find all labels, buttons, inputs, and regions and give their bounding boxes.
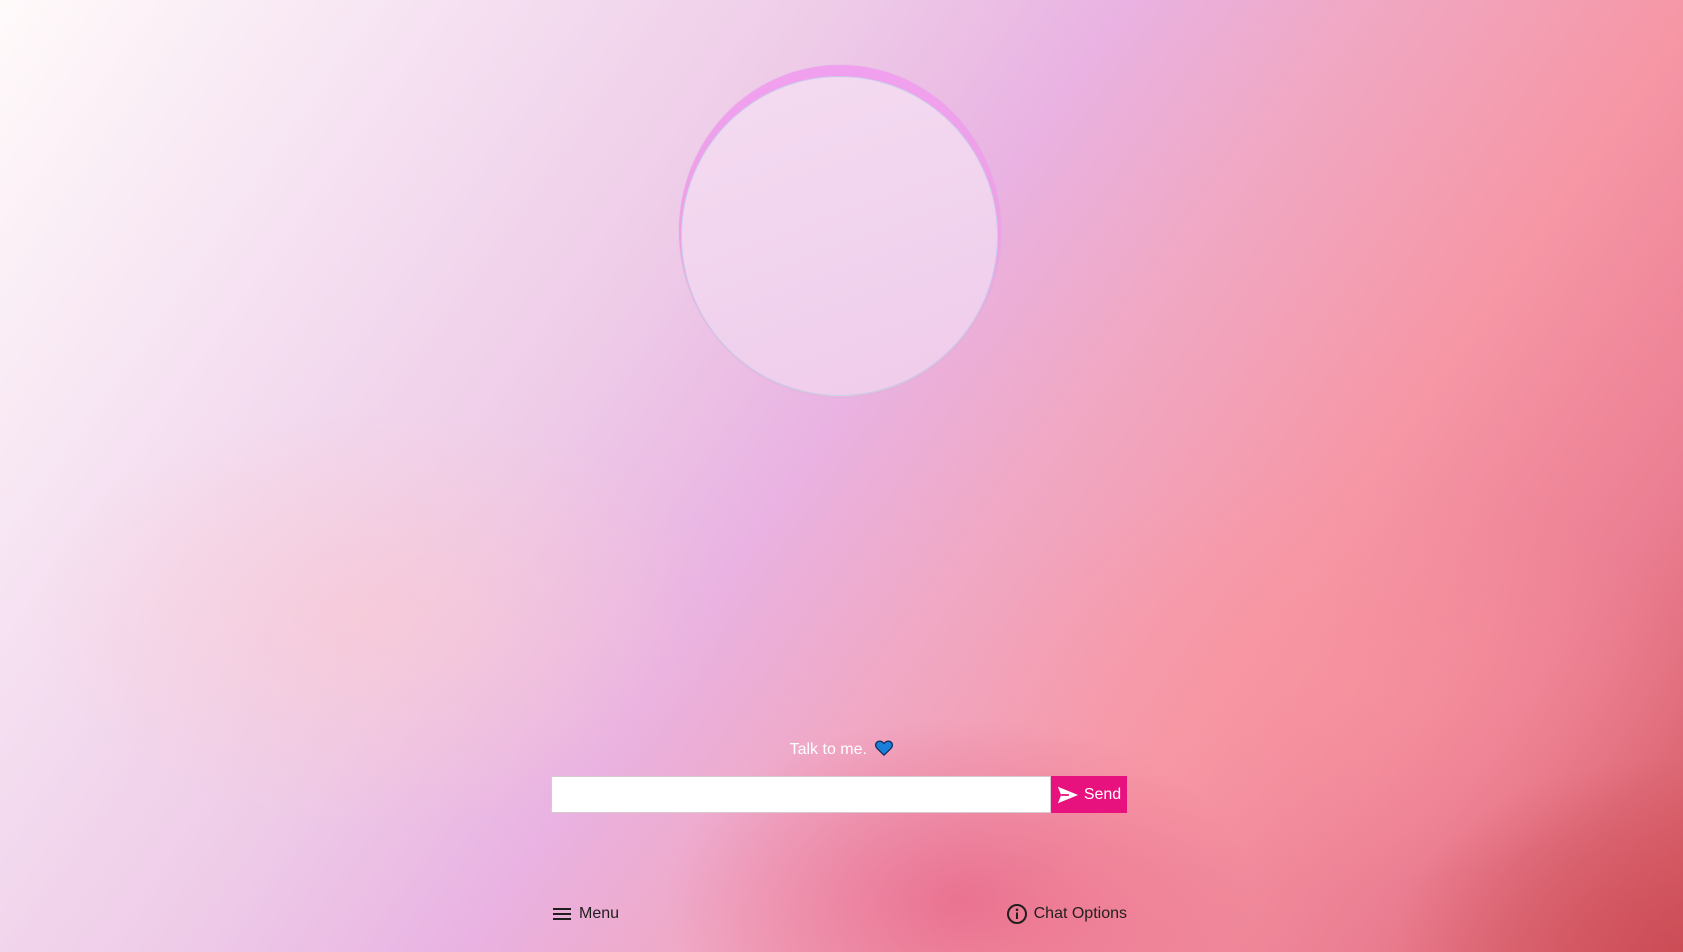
chat-screen: Talk to me. Send Menu Chat Options	[0, 0, 1683, 952]
hamburger-icon	[553, 908, 571, 920]
message-composer: Send	[551, 776, 1127, 813]
prompt-line: Talk to me.	[0, 738, 1683, 762]
message-input[interactable]	[551, 776, 1051, 813]
info-icon	[1006, 904, 1027, 924]
footer-bar: Menu Chat Options	[551, 900, 1127, 928]
paper-plane-icon	[1057, 786, 1078, 803]
send-button[interactable]: Send	[1051, 776, 1127, 813]
chat-options-label: Chat Options	[1033, 905, 1127, 922]
send-label: Send	[1083, 785, 1122, 803]
prompt-text: Talk to me.	[789, 741, 867, 758]
chat-options-button[interactable]: Chat Options	[1006, 903, 1127, 925]
blue-heart-icon	[875, 739, 894, 757]
avatar-orb	[681, 76, 998, 396]
menu-label: Menu	[579, 905, 620, 922]
menu-button[interactable]: Menu	[551, 903, 619, 925]
